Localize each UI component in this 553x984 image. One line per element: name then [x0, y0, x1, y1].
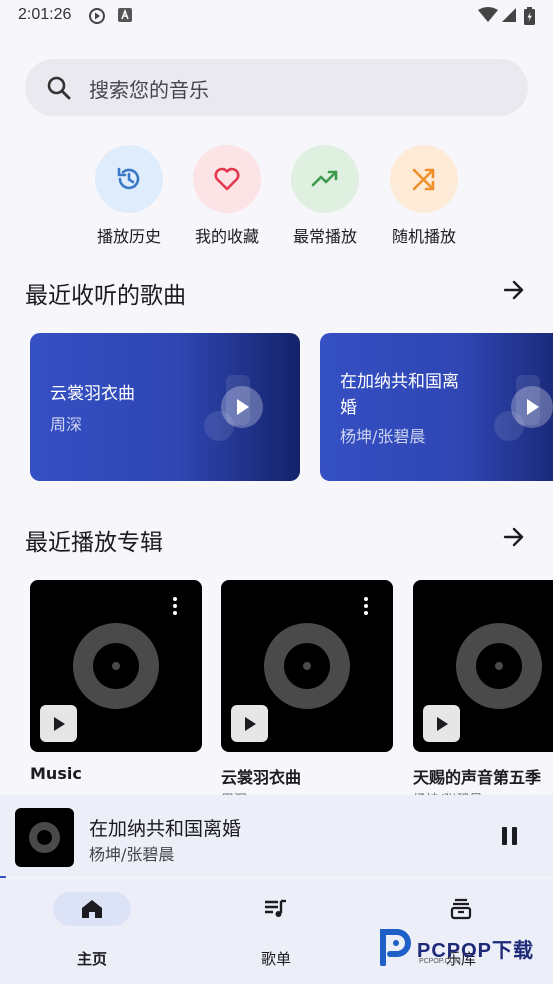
play-icon	[527, 399, 539, 415]
quick-action-favorites[interactable]: 我的收藏	[182, 145, 272, 247]
quick-action-label: 随机播放	[391, 227, 456, 246]
song-artist: 周深	[50, 415, 83, 434]
more-vert-icon[interactable]	[172, 597, 178, 618]
status-bar: 2:01:26	[0, 0, 553, 32]
battery-icon	[524, 7, 535, 25]
nav-label: 歌单	[260, 950, 291, 968]
nav-label: 主页	[76, 950, 107, 968]
shuffle-icon	[390, 145, 458, 213]
quick-action-shuffle[interactable]: 随机播放	[379, 145, 469, 247]
more-vert-icon[interactable]	[363, 597, 369, 618]
quick-action-most-played[interactable]: 最常播放	[280, 145, 370, 247]
album-title: 云裳羽衣曲	[221, 768, 302, 787]
play-icon	[436, 716, 448, 731]
play-button[interactable]	[423, 705, 460, 742]
album-card[interactable]	[221, 580, 393, 752]
album-title: 天赐的声音第五季	[413, 768, 542, 787]
nav-item-home[interactable]: 主页	[37, 892, 147, 969]
now-playing-artwork	[15, 808, 74, 867]
song-artist: 杨坤/张碧晨	[340, 427, 426, 446]
recent-albums-title: 最近播放专辑	[25, 530, 163, 556]
play-icon	[244, 716, 256, 731]
play-button[interactable]	[221, 386, 263, 428]
pause-icon[interactable]	[502, 827, 518, 845]
album-card[interactable]	[413, 580, 553, 752]
album-title: Music	[30, 764, 82, 783]
mini-player[interactable]: 在加纳共和国离婚 杨坤/张碧晨	[0, 795, 553, 877]
wifi-icon	[478, 7, 498, 22]
album-art-disc	[456, 623, 542, 709]
quick-action-history[interactable]: 播放历史	[84, 145, 174, 247]
album-card[interactable]	[30, 580, 202, 752]
library-icon	[422, 892, 500, 926]
play-icon	[53, 716, 65, 731]
quick-action-label: 我的收藏	[194, 227, 259, 246]
arrow-right-icon[interactable]	[503, 279, 525, 301]
signal-icon	[502, 8, 516, 22]
now-playing-title: 在加纳共和国离婚	[89, 818, 242, 840]
history-icon	[95, 145, 163, 213]
play-button[interactable]	[511, 386, 553, 428]
search-placeholder: 搜索您的音乐	[89, 78, 209, 102]
pcpop-logo-icon	[380, 929, 411, 966]
quick-action-label: 最常播放	[292, 227, 357, 246]
playlist-icon	[237, 892, 315, 926]
watermark-logo: PCPOP下载 PCPOP.COM	[377, 928, 547, 970]
album-art-disc	[264, 623, 350, 709]
search-bar[interactable]: 搜索您的音乐	[25, 59, 528, 116]
song-title: 在加纳共和国离婚	[340, 372, 459, 418]
a-status-icon	[118, 8, 132, 22]
watermark-subtext: PCPOP.COM	[419, 958, 461, 965]
arrow-right-icon[interactable]	[503, 526, 525, 548]
status-time: 2:01:26	[18, 6, 72, 23]
recent-songs-title: 最近收听的歌曲	[25, 283, 186, 309]
now-playing-artist: 杨坤/张碧晨	[89, 845, 175, 864]
heart-icon	[193, 145, 261, 213]
nav-item-playlist[interactable]: 歌单	[221, 892, 331, 969]
media-play-status-icon	[89, 8, 105, 24]
song-card[interactable]: 云裳羽衣曲 周深	[30, 333, 300, 481]
quick-action-label: 播放历史	[96, 227, 161, 246]
play-button[interactable]	[231, 705, 268, 742]
trending-up-icon	[291, 145, 359, 213]
song-title: 云裳羽衣曲	[50, 384, 135, 404]
search-icon	[47, 76, 71, 100]
album-art-disc	[73, 623, 159, 709]
play-button[interactable]	[40, 705, 77, 742]
home-icon	[53, 892, 131, 926]
play-icon	[237, 399, 249, 415]
song-card[interactable]: 在加纳共和国离婚 杨坤/张碧晨	[320, 333, 553, 481]
